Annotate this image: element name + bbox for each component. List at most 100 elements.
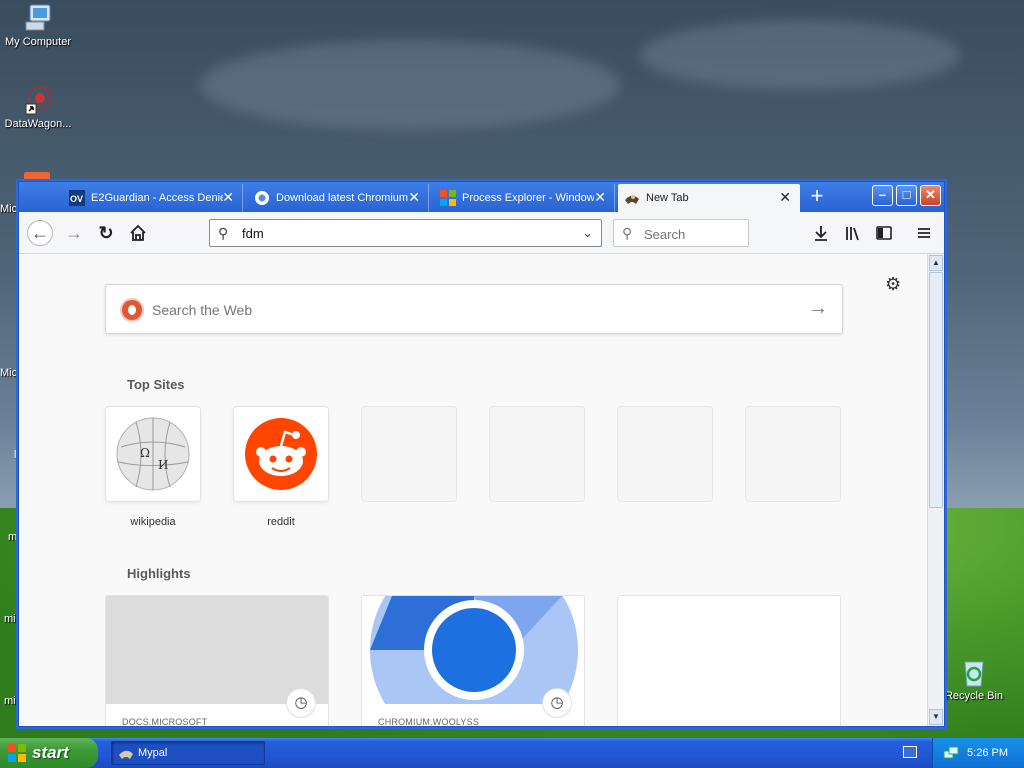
- search-bar[interactable]: ⚲: [613, 219, 749, 247]
- desktop-icon-label: My Computer: [4, 36, 72, 48]
- close-icon[interactable]: ✕: [408, 190, 420, 204]
- top-site-label: reddit: [267, 516, 295, 528]
- top-site-label: wikipedia: [130, 516, 176, 528]
- menu-button[interactable]: [912, 221, 936, 245]
- scroll-thumb[interactable]: [929, 272, 943, 508]
- search-input[interactable]: [644, 226, 740, 242]
- top-site-empty[interactable]: [489, 406, 585, 502]
- new-tab-button[interactable]: +: [805, 185, 829, 208]
- nav-toolbar: ← → ↻ ⚲ ⌄ ⚲: [19, 212, 944, 254]
- clock[interactable]: 5:26 PM: [967, 747, 1008, 759]
- datawagon-icon: [22, 84, 54, 116]
- close-icon[interactable]: ✕: [594, 190, 606, 204]
- web-search-box[interactable]: →: [105, 284, 843, 334]
- recycle-bin-icon: [958, 656, 990, 688]
- mypal-icon: [624, 190, 640, 206]
- clock-icon: ◷: [542, 688, 572, 718]
- duckduckgo-icon: [120, 298, 144, 322]
- highlight-card-empty[interactable]: [617, 595, 841, 726]
- cloud: [640, 20, 960, 90]
- library-icon: [846, 227, 859, 241]
- gear-icon[interactable]: ⚙: [885, 274, 901, 295]
- highlight-card[interactable]: ◷ CHROMIUM.WOOLYSS: [361, 595, 585, 726]
- top-site-empty[interactable]: [617, 406, 713, 502]
- task-button-mypal[interactable]: Mypal: [111, 741, 265, 765]
- desktop-icon-label: Recycle Bin: [944, 690, 1004, 702]
- minimize-button[interactable]: –: [872, 185, 893, 206]
- library-button[interactable]: [841, 221, 865, 245]
- desktop-icon-label: DataWagon...: [4, 118, 72, 130]
- reload-button[interactable]: ↻: [94, 221, 118, 245]
- taskbar: start Mypal 5:26 PM: [0, 738, 1024, 768]
- top-site-empty[interactable]: [361, 406, 457, 502]
- top-site-empty[interactable]: [745, 406, 841, 502]
- home-button[interactable]: [126, 221, 150, 245]
- ov-icon: OV: [69, 190, 85, 206]
- top-site-reddit[interactable]: [233, 406, 329, 502]
- highlight-source: DOCS.MICROSOFT: [122, 717, 208, 726]
- edge-label: l: [14, 449, 17, 461]
- maximize-button[interactable]: □: [896, 185, 917, 206]
- close-window-button[interactable]: ✕: [920, 185, 941, 206]
- new-tab-page: ⚙ → Top Sites Ω И: [19, 254, 928, 726]
- highlight-thumbnail: [106, 596, 328, 704]
- tab-label: New Tab: [646, 192, 689, 204]
- arrow-right-icon[interactable]: →: [808, 297, 828, 320]
- tab-chromium[interactable]: Download latest Chromium ✕: [248, 184, 429, 212]
- close-icon[interactable]: ✕: [779, 190, 791, 204]
- keyboard-icon[interactable]: [903, 746, 917, 758]
- web-search-input[interactable]: [152, 301, 752, 319]
- chromium-icon: [254, 190, 270, 206]
- top-sites-title: Top Sites: [127, 377, 185, 392]
- system-tray: 5:26 PM: [932, 738, 1024, 768]
- highlights-title: Highlights: [127, 566, 191, 581]
- svg-text:И: И: [158, 458, 168, 472]
- edge-label: Mic: [0, 367, 18, 379]
- highlight-source: CHROMIUM.WOOLYSS: [378, 717, 480, 726]
- tab-label: E2Guardian - Access Denied: [91, 192, 223, 204]
- sidebar-icon: [876, 226, 892, 240]
- highlight-card[interactable]: ◷ DOCS.MICROSOFT: [105, 595, 329, 726]
- svg-text:OV: OV: [70, 194, 83, 204]
- start-label: start: [32, 743, 69, 762]
- home-icon: [130, 224, 146, 241]
- highlight-thumbnail: [362, 596, 584, 726]
- tab-new-tab[interactable]: New Tab ✕: [618, 184, 800, 212]
- tab-label: Download latest Chromium: [276, 192, 408, 204]
- edge-label: Mic: [0, 203, 18, 215]
- chevron-down-icon[interactable]: ⌄: [582, 225, 593, 241]
- microsoft-icon: [440, 190, 456, 206]
- downloads-button[interactable]: [809, 221, 833, 245]
- windows-flag-icon: [8, 744, 26, 762]
- edge-label: mi: [4, 695, 16, 707]
- tab-process-explorer[interactable]: Process Explorer - Windows ✕: [434, 184, 615, 212]
- tab-e2guardian[interactable]: OV E2Guardian - Access Denied ✕: [63, 184, 243, 212]
- network-icon[interactable]: [943, 745, 959, 764]
- search-icon: ⚲: [622, 225, 633, 241]
- reddit-icon: [245, 418, 317, 490]
- back-button[interactable]: ←: [27, 220, 53, 246]
- url-bar[interactable]: ⚲ ⌄: [209, 219, 602, 247]
- top-site-wikipedia[interactable]: Ω И: [105, 406, 201, 502]
- search-icon: ⚲: [218, 225, 229, 241]
- clock-icon: ◷: [286, 688, 316, 718]
- desktop-icon-datawagon[interactable]: DataWagon...: [0, 84, 78, 130]
- tab-bar: OV E2Guardian - Access Denied ✕ Download…: [19, 182, 944, 212]
- forward-button[interactable]: →: [62, 221, 86, 245]
- url-input[interactable]: [242, 225, 562, 241]
- browser-window: OV E2Guardian - Access Denied ✕ Download…: [18, 181, 945, 727]
- edge-label: m: [8, 531, 18, 543]
- sidebar-button[interactable]: [872, 221, 896, 245]
- cloud: [200, 40, 620, 130]
- desktop-icon-recycle-bin[interactable]: Recycle Bin: [934, 656, 1014, 702]
- edge-label: mi: [4, 613, 16, 625]
- svg-text:Ω: Ω: [140, 446, 150, 460]
- desktop-icon-my-computer[interactable]: My Computer: [0, 2, 78, 48]
- wikipedia-icon: Ω И: [116, 417, 190, 491]
- close-icon[interactable]: ✕: [222, 190, 234, 204]
- vertical-scrollbar[interactable]: ▲ ▼: [927, 254, 944, 726]
- start-button[interactable]: start: [0, 738, 98, 768]
- tab-label: Process Explorer - Windows: [462, 192, 594, 204]
- scroll-down-arrow-icon[interactable]: ▼: [929, 709, 943, 725]
- scroll-up-arrow-icon[interactable]: ▲: [929, 255, 943, 271]
